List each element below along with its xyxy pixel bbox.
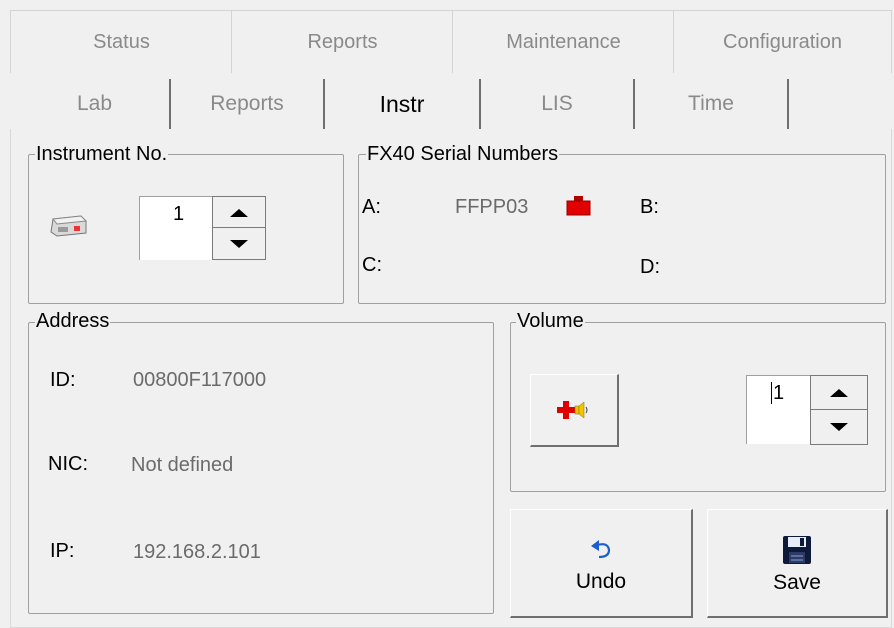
undo-arrow-icon: [591, 540, 611, 559]
tab-status[interactable]: Status: [10, 10, 234, 73]
red-status-icon: [565, 195, 592, 217]
volume-test-icon: [557, 401, 588, 419]
volume-group-label: Volume: [516, 310, 585, 332]
save-label: Save: [773, 571, 821, 594]
address-group-label: Address: [35, 310, 111, 332]
arrow-up-icon: [830, 389, 848, 397]
arrow-down-icon: [830, 423, 848, 431]
undo-button[interactable]: Undo: [510, 509, 693, 618]
instrument-group-label: Instrument No.: [35, 143, 169, 165]
subtab-lis[interactable]: LIS: [481, 79, 635, 129]
serial-d-label: D:: [640, 256, 660, 278]
tab-configuration[interactable]: Configuration: [673, 10, 892, 73]
serial-a-value: FFPP03: [455, 196, 529, 218]
ip-label: IP:: [50, 540, 75, 562]
instrument-number-field[interactable]: 1: [139, 196, 213, 260]
undo-label: Undo: [575, 570, 627, 593]
volume-down-button[interactable]: [810, 409, 868, 445]
serials-group-label: FX40 Serial Numbers: [366, 143, 560, 165]
arrow-down-icon: [230, 239, 248, 248]
subtab-lab[interactable]: Lab: [20, 79, 171, 129]
nic-value: Not defined: [131, 454, 234, 476]
floppy-disk-icon: [783, 536, 811, 564]
save-button[interactable]: Save: [707, 509, 888, 618]
volume-test-button[interactable]: [530, 374, 619, 447]
subtab-time[interactable]: Time: [635, 79, 789, 129]
subtab-reports[interactable]: Reports: [171, 79, 325, 129]
serials-group: [358, 154, 886, 304]
serial-b-label: B:: [640, 196, 659, 218]
instrument-icon: [47, 213, 89, 239]
id-value: 00800F117000: [133, 369, 267, 391]
tab-maintenance[interactable]: Maintenance: [452, 10, 675, 73]
nic-label: NIC:: [48, 453, 88, 475]
serial-a-label: A:: [362, 196, 381, 218]
volume-field[interactable]: 1: [746, 375, 811, 444]
subtab-instr[interactable]: Instr: [325, 79, 481, 129]
volume-up-button[interactable]: [810, 375, 868, 411]
ip-value: 192.168.2.101: [133, 541, 261, 563]
tab-reports[interactable]: Reports: [231, 10, 455, 73]
address-group: [28, 322, 494, 614]
arrow-up-icon: [230, 208, 248, 217]
instrument-up-button[interactable]: [212, 196, 266, 229]
id-label: ID:: [50, 369, 76, 391]
serial-c-label: C:: [362, 254, 382, 276]
instrument-down-button[interactable]: [212, 227, 266, 260]
